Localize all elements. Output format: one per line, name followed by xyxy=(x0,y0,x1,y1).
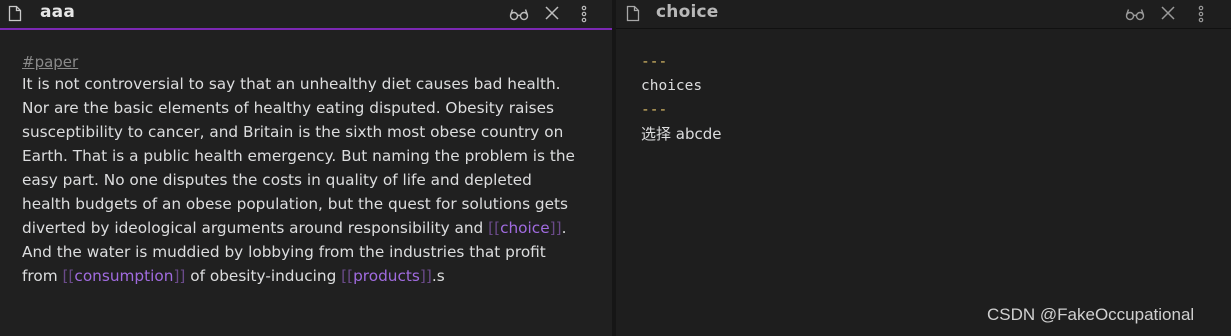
link-bracket-close: ]] xyxy=(419,267,432,285)
internal-link-consumption[interactable]: consumption xyxy=(74,267,173,285)
frontmatter-close: --- xyxy=(641,102,668,118)
link-bracket-close: ]] xyxy=(173,267,186,285)
left-pane-header[interactable]: aaa xyxy=(0,0,612,30)
link-bracket-open: [[ xyxy=(62,267,75,285)
file-icon xyxy=(8,5,22,22)
workspace: aaa #paper It is not controversial to sa… xyxy=(0,0,1231,336)
frontmatter-key: choices xyxy=(641,78,703,94)
right-pane-title: choice xyxy=(656,2,719,22)
paragraph-text-3: of obesity-inducing xyxy=(185,267,342,285)
left-pane-title: aaa xyxy=(40,2,76,22)
left-pane: aaa #paper It is not controversial to sa… xyxy=(0,0,612,336)
note-body-line: 选择 abcde xyxy=(641,125,722,143)
internal-link-choice[interactable]: choice xyxy=(500,219,550,237)
glasses-icon[interactable] xyxy=(509,5,529,23)
glasses-icon[interactable] xyxy=(1125,5,1145,23)
file-icon xyxy=(626,5,640,22)
more-vertical-icon[interactable] xyxy=(1197,5,1215,23)
tag-paper[interactable]: #paper xyxy=(22,52,582,72)
link-bracket-open: [[ xyxy=(488,219,501,237)
paragraph-text-4: .s xyxy=(431,267,445,285)
more-vertical-icon[interactable] xyxy=(580,5,598,23)
right-note-body[interactable]: --- choices --- 选择 abcde xyxy=(641,50,721,146)
frontmatter-open: --- xyxy=(641,54,668,70)
watermark: CSDN @FakeOccupational xyxy=(987,305,1195,324)
paragraph-text-1: It is not controversial to say that an u… xyxy=(22,75,575,237)
note-paragraph: It is not controversial to say that an u… xyxy=(22,72,582,288)
internal-link-products[interactable]: products xyxy=(353,267,420,285)
right-pane-header[interactable]: choice xyxy=(612,0,1231,29)
close-icon[interactable] xyxy=(544,5,562,23)
close-icon[interactable] xyxy=(1160,5,1178,23)
pane-divider[interactable] xyxy=(612,0,616,336)
link-bracket-open: [[ xyxy=(341,267,354,285)
link-bracket-close: ]] xyxy=(549,219,562,237)
left-note-body[interactable]: #paper It is not controversial to say th… xyxy=(22,52,582,288)
